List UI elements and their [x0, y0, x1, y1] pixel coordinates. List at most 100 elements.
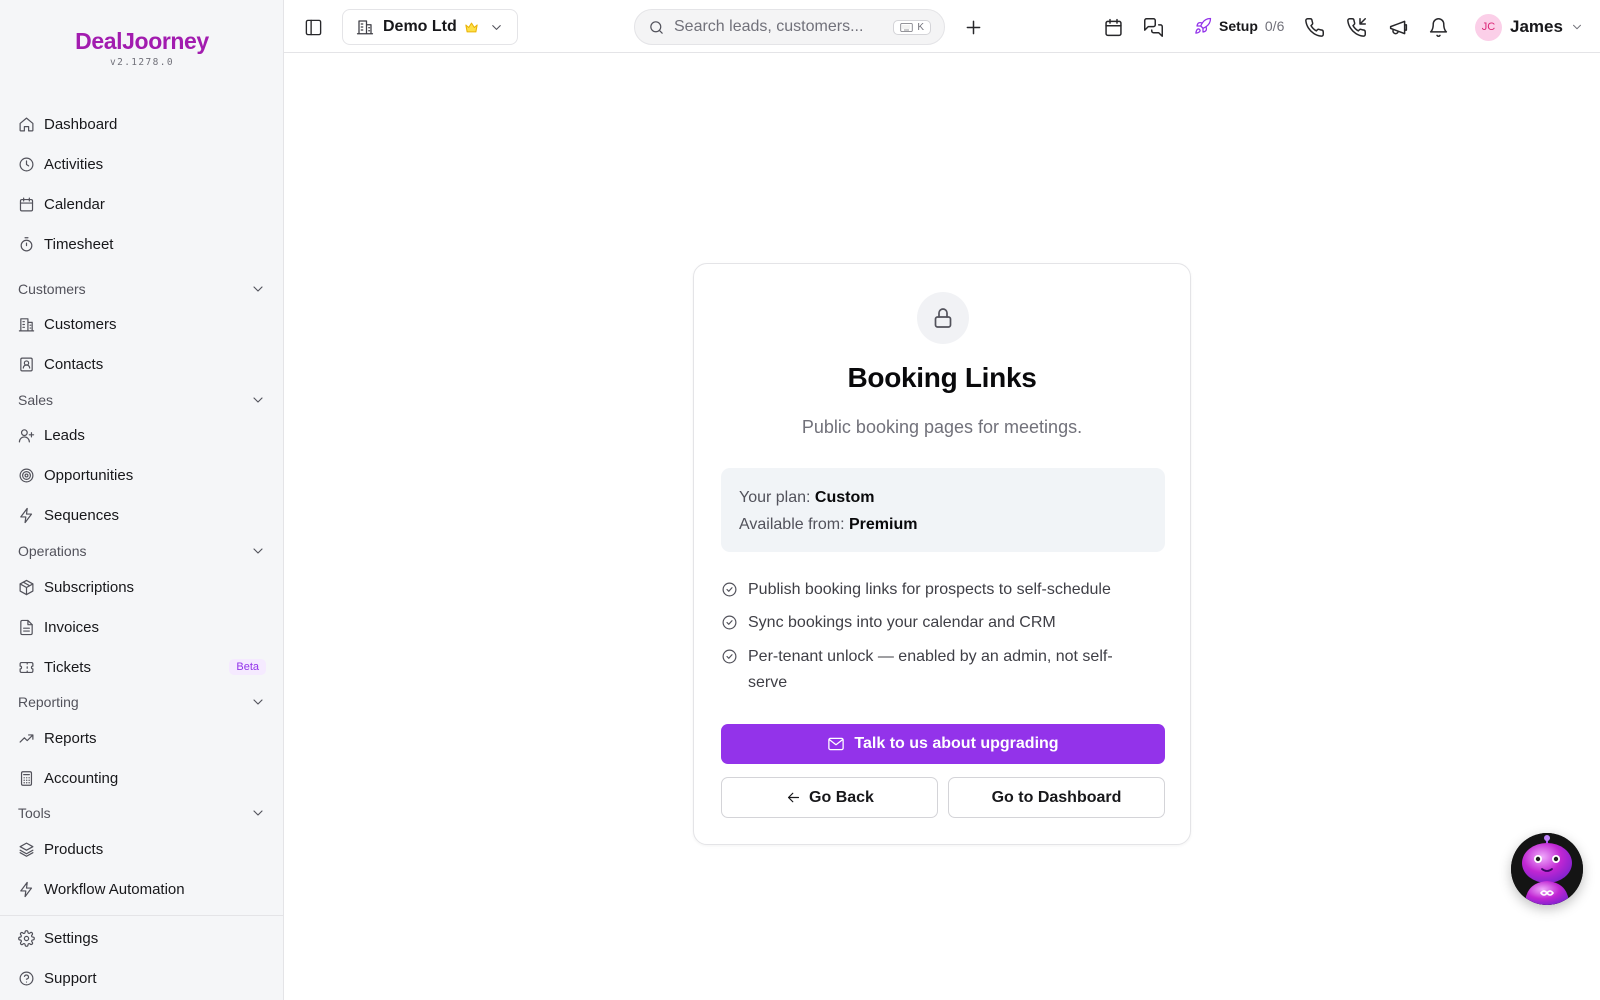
plan-info-box: Your plan: Custom Available from: Premiu… — [721, 468, 1165, 552]
sidebar-section-tools[interactable]: Tools — [18, 801, 266, 825]
go-back-button[interactable]: Go Back — [721, 777, 938, 818]
sidebar-item-settings[interactable]: Settings — [18, 922, 266, 954]
zap-icon — [20, 507, 33, 523]
button-label: Go to Dashboard — [991, 788, 1122, 806]
sidebar-item-label: Contacts — [44, 355, 104, 373]
search-input[interactable] — [674, 18, 879, 36]
sidebar-item-label: Invoices — [44, 618, 100, 636]
sidebar-section-reporting[interactable]: Reporting — [18, 690, 266, 714]
chevron-down-icon — [1572, 24, 1581, 30]
user-name: James — [1510, 17, 1563, 36]
sidebar-item-calendar[interactable]: Calendar — [18, 188, 266, 220]
setup-progress[interactable]: Setup 0/6 — [1194, 12, 1284, 40]
check-circle-icon — [722, 615, 737, 630]
sidebar-item-customers[interactable]: Customers — [18, 308, 266, 340]
lock-badge — [917, 292, 969, 344]
sidebar-item-subscriptions[interactable]: Subscriptions — [18, 571, 266, 603]
sidebar-section-title: Reporting — [18, 694, 79, 710]
sidebar-item-support[interactable]: Support — [18, 962, 266, 994]
feature-list-item: Publish booking links for prospects to s… — [721, 577, 1165, 603]
notifications-button[interactable] — [1424, 13, 1452, 41]
sidebar-item-accounting[interactable]: Accounting — [18, 762, 266, 794]
chevron-down-icon — [253, 548, 263, 554]
tenant-name: Demo Ltd — [383, 18, 457, 35]
sidebar-item-label: Timesheet — [44, 235, 114, 253]
keyboard-icon — [900, 22, 913, 32]
phone-button[interactable] — [1300, 13, 1328, 41]
sidebar-item-contacts[interactable]: Contacts — [18, 348, 266, 380]
app-version: v2.1278.0 — [109, 57, 175, 68]
sidebar-toggle-button[interactable] — [301, 15, 325, 39]
chevron-down-icon — [253, 699, 263, 705]
home-icon — [19, 117, 34, 131]
current-plan-row: Your plan: Custom — [739, 484, 1147, 511]
user-menu[interactable]: JC James — [1475, 12, 1584, 42]
sidebar-section-sales[interactable]: Sales — [18, 388, 266, 412]
chevron-down-icon — [253, 286, 263, 292]
zap-icon — [20, 881, 33, 897]
sidebar-item-dashboard[interactable]: Dashboard — [18, 108, 266, 140]
messages-icon — [1143, 17, 1163, 37]
sidebar-section-customers[interactable]: Customers — [18, 277, 266, 301]
sidebar-section-operations[interactable]: Operations — [18, 539, 266, 563]
contact-card-icon — [20, 357, 33, 371]
sidebar-item-opportunities[interactable]: Opportunities — [18, 459, 266, 491]
sidebar-item-tickets[interactable]: Tickets Beta — [18, 651, 266, 683]
sidebar-item-label: Dashboard — [44, 115, 118, 133]
building-icon — [18, 317, 35, 331]
target-icon — [19, 468, 34, 482]
sidebar-item-label: Workflow Automation — [44, 880, 185, 898]
sidebar-section-title: Sales — [18, 392, 54, 408]
mail-icon — [828, 737, 845, 751]
calendar-icon — [19, 197, 34, 211]
calendar-button[interactable] — [1099, 13, 1127, 41]
sidebar-item-label: Calendar — [44, 195, 105, 213]
sidebar-item-sequences[interactable]: Sequences — [18, 499, 266, 531]
beta-badge: Beta — [229, 659, 266, 675]
sidebar-item-activities[interactable]: Activities — [18, 148, 266, 180]
sidebar-section-title: Operations — [18, 543, 87, 559]
sidebar: DealJoorney v2.1278.0 Dashboard Activiti… — [0, 0, 284, 1000]
help-circle-icon — [19, 971, 34, 985]
arrow-left-icon — [787, 792, 800, 803]
sidebar-item-leads[interactable]: Leads — [18, 419, 266, 451]
button-label: Go Back — [809, 788, 874, 806]
talk-upgrade-button[interactable]: Talk to us about upgrading — [721, 724, 1165, 764]
package-icon — [19, 579, 34, 595]
sidebar-item-products[interactable]: Products — [18, 833, 266, 865]
messages-button[interactable] — [1139, 13, 1167, 41]
assistant-launcher[interactable] — [1511, 833, 1583, 905]
call-log-button[interactable] — [1342, 13, 1370, 41]
feature-subtitle: Public booking pages for meetings. — [801, 417, 1083, 437]
plus-icon — [966, 20, 980, 34]
sidebar-item-label: Leads — [44, 426, 85, 444]
setup-count: 0/6 — [1264, 18, 1285, 34]
crown-icon — [465, 22, 478, 32]
sidebar-item-timesheet[interactable]: Timesheet — [18, 228, 266, 260]
sidebar-item-label: Support — [44, 969, 97, 987]
sidebar-item-invoices[interactable]: Invoices — [18, 611, 266, 643]
available-from-row: Available from: Premium — [739, 511, 1147, 538]
search-shortcut-hint: K — [893, 19, 931, 35]
feature-text: Sync bookings into your calendar and CRM — [748, 614, 1056, 631]
assistant-mascot-icon — [1511, 833, 1583, 905]
check-circle-icon — [722, 649, 737, 664]
sidebar-item-reports[interactable]: Reports — [18, 722, 266, 754]
phone-icon — [1304, 17, 1324, 37]
go-to-dashboard-button[interactable]: Go to Dashboard — [948, 777, 1165, 818]
plan-label: Your plan: — [739, 489, 811, 506]
sidebar-section-title: Tools — [18, 805, 51, 821]
tenant-switcher[interactable]: Demo Ltd — [342, 9, 518, 45]
quick-create-button[interactable] — [960, 14, 986, 40]
announcements-button[interactable] — [1384, 13, 1412, 41]
calculator-icon — [20, 770, 33, 786]
upgrade-card: Booking Links Public booking pages for m… — [693, 263, 1191, 845]
sidebar-item-workflow-automation[interactable]: Workflow Automation — [18, 873, 266, 905]
phone-incoming-icon — [1346, 17, 1366, 37]
trending-up-icon — [19, 733, 34, 743]
brand-logo[interactable]: DealJoorney v2.1278.0 — [0, 28, 284, 68]
available-value: Premium — [848, 516, 918, 533]
check-circle-icon — [722, 582, 737, 597]
global-search[interactable]: K — [634, 9, 945, 45]
search-icon — [650, 20, 663, 34]
